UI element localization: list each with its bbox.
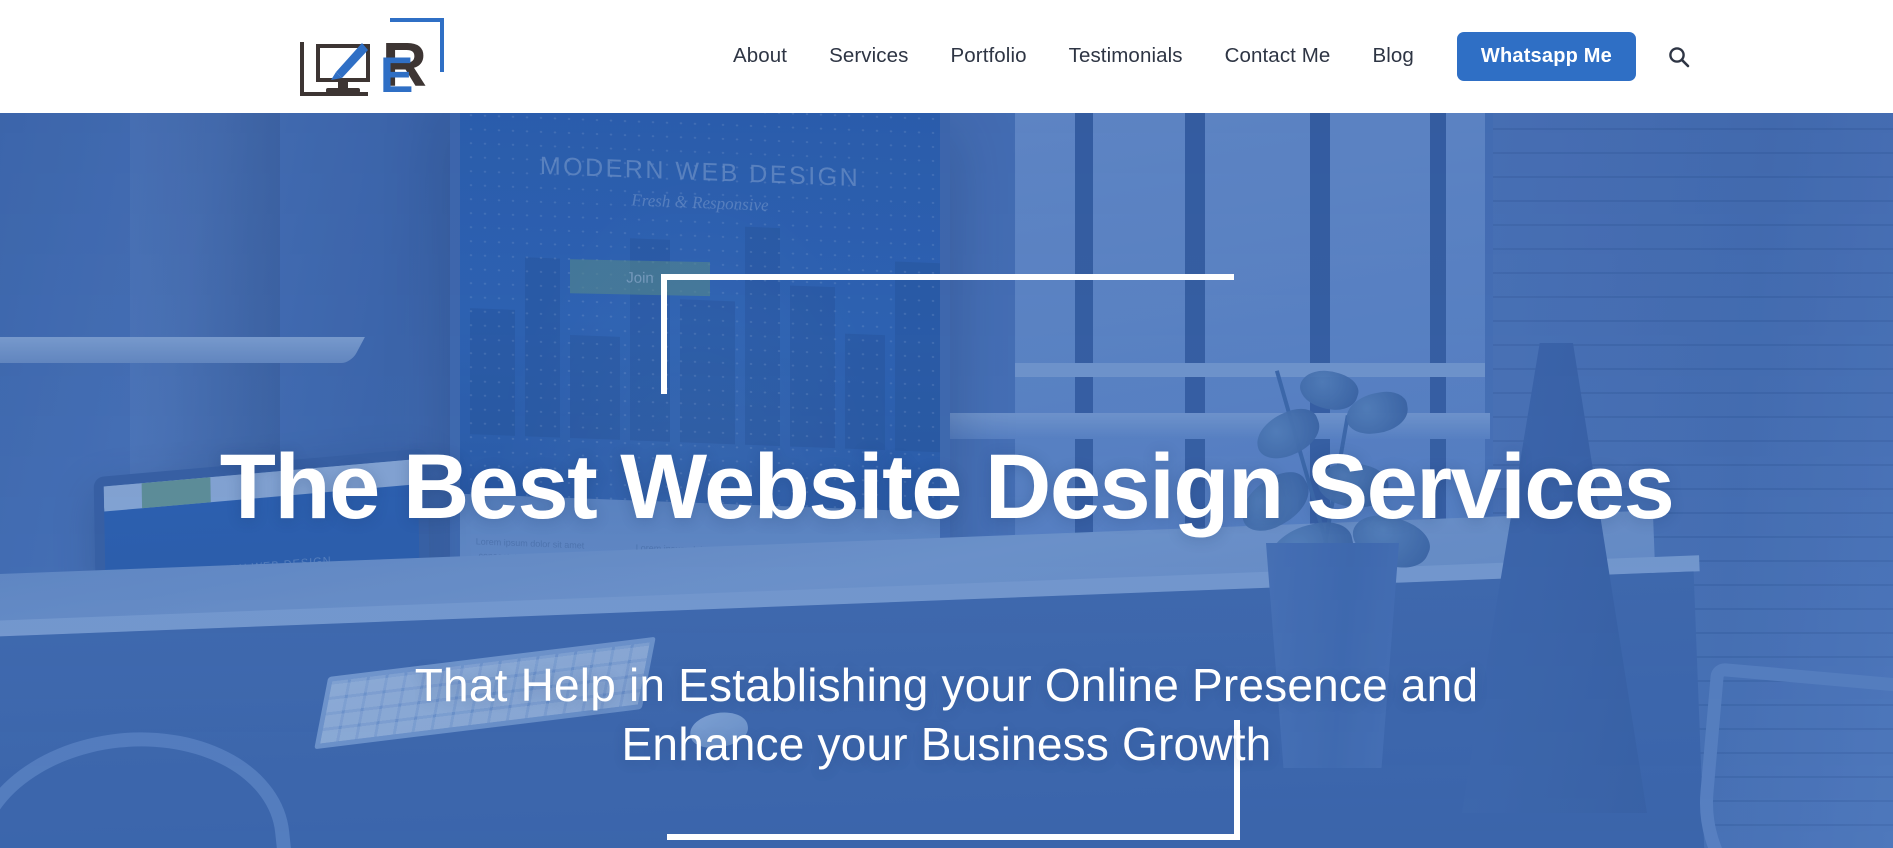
nav-item-blog[interactable]: Blog [1351,46,1434,67]
hero-title: The Best Website Design Services [219,436,1675,538]
search-icon [1669,46,1690,67]
main-navigation: About Services Portfolio Testimonials Co… [712,0,1696,113]
search-button[interactable] [1662,40,1696,74]
site-logo[interactable]: R E [296,10,456,103]
hero-subtitle: That Help in Establishing your Online Pr… [414,659,1479,770]
svg-text:E: E [380,47,413,102]
hero-section: MODERN WEB DESIGN Fresh & Responsive Joi… [0,113,1893,848]
nav-item-testimonials[interactable]: Testimonials [1048,46,1204,67]
nav-item-about[interactable]: About [712,46,808,67]
nav-item-portfolio[interactable]: Portfolio [930,46,1048,67]
er-design-logo-icon: R E [300,18,444,103]
hero-content: The Best Website Design Services That He… [0,113,1893,848]
nav-item-contact-me[interactable]: Contact Me [1204,46,1352,67]
site-header: R E About Services Portfolio Testimonial… [0,0,1893,113]
whatsapp-me-button[interactable]: Whatsapp Me [1456,32,1636,81]
nav-item-services[interactable]: Services [808,46,929,67]
